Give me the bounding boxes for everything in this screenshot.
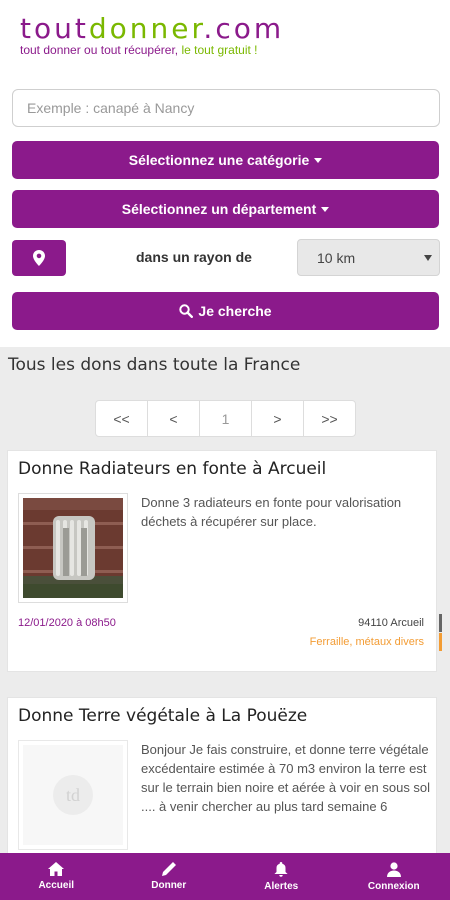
geolocate-button[interactable]: [12, 240, 66, 276]
department-select-button[interactable]: Sélectionnez un département: [12, 190, 439, 228]
svg-text:td: td: [66, 785, 80, 805]
page-last-button[interactable]: >>: [303, 400, 356, 437]
listing-category[interactable]: Ferraille, métaux divers: [310, 636, 424, 648]
tab-connexion[interactable]: Connexion: [338, 853, 450, 900]
pencil-icon: [161, 862, 176, 876]
search-icon: [179, 304, 194, 318]
category-select-button[interactable]: Sélectionnez une catégorie: [12, 141, 439, 179]
user-icon: [386, 861, 401, 877]
home-icon: [48, 862, 65, 876]
pagination: << < 1 > >>: [95, 400, 356, 437]
location-marker-bar: [439, 614, 442, 632]
listing-description: Bonjour Je fais construire, et donne ter…: [141, 742, 431, 814]
listing-location: 94110 Arcueil: [358, 617, 424, 629]
listing-description: Donne 3 radiateurs en fonte pour valoris…: [141, 495, 402, 529]
listing-title[interactable]: Donne Radiateurs en fonte à Arcueil: [18, 459, 326, 479]
tab-alertes[interactable]: Alertes: [225, 853, 338, 900]
search-button[interactable]: Je cherche: [12, 292, 439, 330]
category-marker-bar: [439, 633, 442, 651]
section-title: Tous les dons dans toute la France: [8, 355, 301, 375]
site-tagline: tout donner ou tout récupérer, le tout g…: [20, 43, 258, 57]
listing-title[interactable]: Donne Terre végétale à La Pouëze: [18, 706, 307, 726]
page-first-button[interactable]: <<: [95, 400, 148, 437]
caret-down-icon: [314, 157, 323, 163]
listing-date: 12/01/2020 à 08h50: [18, 617, 116, 629]
listing-thumbnail[interactable]: [18, 493, 128, 603]
tab-accueil[interactable]: Accueil: [0, 853, 113, 900]
caret-down-icon: [321, 206, 330, 212]
page-current[interactable]: 1: [199, 400, 252, 437]
header-panel: toutdonner.com tout donner ou tout récup…: [0, 0, 450, 347]
listing-card[interactable]: Donne Terre végétale à La Pouëze td Bonj…: [7, 697, 437, 867]
page-prev-button[interactable]: <: [147, 400, 200, 437]
chevron-down-icon: [424, 255, 432, 261]
radiator-photo: [23, 498, 123, 598]
tab-donner[interactable]: Donner: [113, 853, 226, 900]
placeholder-logo-icon: td: [53, 775, 93, 815]
radius-label: dans un rayon de: [136, 249, 252, 265]
site-logo[interactable]: toutdonner.com: [20, 14, 284, 44]
radius-select[interactable]: 10 km: [297, 239, 440, 276]
bell-icon: [274, 861, 288, 877]
bottom-navigation: Accueil Donner Alertes Connexion: [0, 853, 450, 900]
search-input[interactable]: [12, 89, 440, 127]
listing-thumbnail[interactable]: td: [18, 740, 128, 850]
map-marker-icon: [33, 250, 45, 266]
page-next-button[interactable]: >: [251, 400, 304, 437]
listing-card[interactable]: Donne Radiateurs en fonte à Arcueil Donn…: [7, 450, 437, 672]
